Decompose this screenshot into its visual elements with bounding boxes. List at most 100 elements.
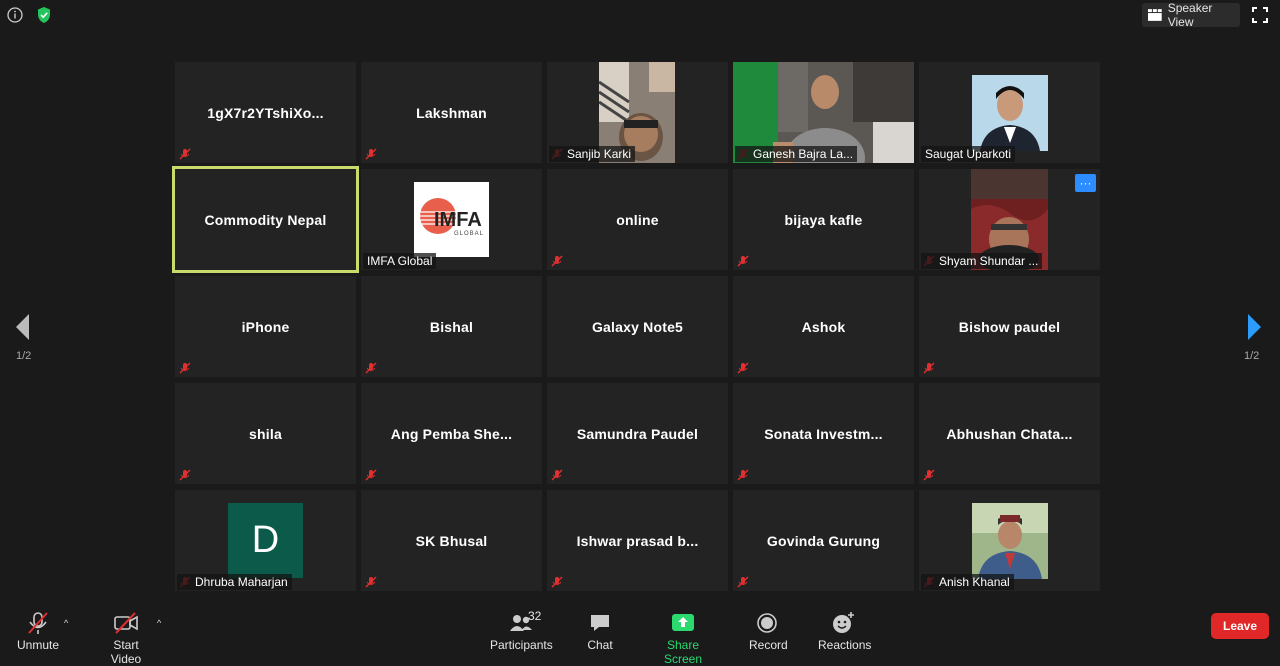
chat-label: Chat — [587, 638, 613, 652]
chat-icon — [591, 615, 609, 631]
info-icon[interactable] — [5, 5, 25, 25]
participant-tile[interactable]: online — [547, 169, 728, 270]
unmute-button[interactable]: Unmute — [17, 611, 59, 652]
reactions-label: Reactions — [818, 638, 872, 652]
participant-name: Ishwar prasad b... — [576, 532, 699, 549]
participant-tile[interactable]: Abhushan Chata... — [919, 383, 1100, 484]
unmute-label: Unmute — [17, 638, 60, 652]
participant-tile[interactable]: Govinda Gurung — [733, 490, 914, 591]
participant-name: 1gX7r2YTshiXo... — [207, 104, 324, 121]
participant-tile-video[interactable]: ··· Shyam Shundar ... — [919, 169, 1100, 270]
muted-mic-icon — [737, 255, 749, 267]
muted-mic-icon — [551, 469, 563, 481]
participant-name: Govinda Gurung — [766, 532, 881, 549]
participant-tile[interactable]: Bishal — [361, 276, 542, 377]
record-icon — [757, 613, 777, 633]
next-page-arrow-icon[interactable] — [1244, 312, 1264, 342]
record-button[interactable]: Record — [749, 611, 788, 652]
participant-name: Sonata Investm... — [764, 425, 883, 442]
participant-tile[interactable]: 1gX7r2YTshiXo... — [175, 62, 356, 163]
page-indicator-right: 1/2 — [1244, 350, 1260, 362]
participant-avatar-photo — [972, 503, 1048, 579]
participant-tile[interactable]: bijaya kafle — [733, 169, 914, 270]
share-screen-button[interactable]: Share Screen — [649, 611, 717, 666]
muted-mic-icon — [551, 576, 563, 588]
leave-button[interactable]: Leave — [1211, 613, 1269, 639]
muted-mic-icon — [28, 612, 48, 634]
imfa-logo: IMFA GLOBAL — [414, 182, 489, 257]
speaker-view-button[interactable]: Speaker View — [1142, 1, 1240, 29]
share-screen-icon — [672, 614, 694, 631]
start-video-label: Start Video — [110, 638, 142, 666]
participant-tile-active-speaker[interactable]: Commodity Nepal — [172, 166, 359, 273]
participant-tile[interactable]: Bishow paudel — [919, 276, 1100, 377]
participant-tile[interactable]: shila — [175, 383, 356, 484]
muted-mic-icon — [365, 469, 377, 481]
muted-mic-icon — [737, 362, 749, 374]
participant-name: Ang Pemba She... — [390, 425, 513, 442]
reactions-button[interactable]: Reactions — [818, 611, 872, 652]
imfa-logo-subtext: GLOBAL — [454, 231, 485, 237]
participant-initial-avatar: D — [228, 503, 303, 578]
record-label: Record — [749, 638, 788, 652]
participant-tile[interactable]: Galaxy Note5 — [547, 276, 728, 377]
prev-page-arrow-icon[interactable] — [13, 312, 33, 342]
imfa-logo-text: IMFA — [434, 209, 482, 231]
participant-tile[interactable]: iPhone — [175, 276, 356, 377]
participant-tile-photo[interactable]: Anish Khanal — [919, 490, 1100, 591]
muted-mic-icon — [179, 362, 191, 374]
participant-name: online — [616, 211, 659, 228]
more-options-button[interactable]: ··· — [1075, 174, 1096, 192]
participant-tile-video[interactable]: Ganesh Bajra La... — [733, 62, 914, 163]
participant-name-label: Saugat Uparkoti — [921, 146, 1016, 162]
participant-name: Bishal — [429, 318, 474, 335]
participant-tile[interactable]: Sonata Investm... — [733, 383, 914, 484]
page-indicator-left: 1/2 — [16, 350, 32, 362]
participant-tile[interactable]: Ang Pemba She... — [361, 383, 542, 484]
participant-name-label: Ganesh Bajra La... — [735, 146, 858, 162]
start-video-button[interactable]: Start Video — [97, 611, 155, 666]
participant-tile[interactable]: Ashok — [733, 276, 914, 377]
participant-tile[interactable]: Lakshman — [361, 62, 542, 163]
participant-name: Ashok — [801, 318, 846, 335]
participant-name: Lakshman — [416, 104, 487, 121]
fullscreen-icon[interactable] — [1252, 7, 1268, 23]
participant-tile-photo[interactable]: IMFA GLOBAL IMFA Global — [361, 169, 542, 270]
participant-tile-video[interactable]: Sanjib Karki — [547, 62, 728, 163]
muted-mic-icon — [923, 469, 935, 481]
meeting-toolbar: Unmute ^ Start Video ^ 32 Participants C… — [0, 603, 1280, 666]
participants-button[interactable]: 32 Participants — [490, 609, 553, 652]
muted-mic-icon — [179, 148, 191, 160]
participant-name-label: Dhruba Maharjan — [177, 574, 292, 590]
share-screen-label: Share Screen — [663, 638, 703, 666]
participant-tile[interactable]: Samundra Paudel — [547, 383, 728, 484]
video-options-caret-icon[interactable]: ^ — [157, 618, 161, 628]
muted-mic-icon — [551, 255, 563, 267]
video-grid: 1gX7r2YTshiXo... Lakshman Sanjib Karki G… — [172, 62, 1101, 592]
muted-mic-icon — [923, 362, 935, 374]
audio-options-caret-icon[interactable]: ^ — [64, 618, 68, 628]
encryption-shield-icon[interactable] — [34, 5, 54, 25]
participant-name-label: Sanjib Karki — [549, 146, 636, 162]
participant-name: Samundra Paudel — [576, 425, 699, 442]
muted-mic-icon — [737, 576, 749, 588]
muted-mic-icon — [365, 576, 377, 588]
muted-mic-icon — [365, 148, 377, 160]
participant-tile[interactable]: SK Bhusal — [361, 490, 542, 591]
chat-button[interactable]: Chat — [585, 611, 615, 652]
speaker-view-icon — [1148, 9, 1162, 21]
participant-name: Abhushan Chata... — [946, 425, 1073, 442]
participant-name-label: IMFA Global — [363, 253, 437, 269]
participant-name-label: Anish Khanal — [921, 574, 1014, 590]
participant-name: shila — [249, 425, 282, 442]
participant-name: SK Bhusal — [415, 532, 488, 549]
video-off-icon — [114, 612, 138, 634]
participants-label: Participants — [490, 638, 553, 652]
participant-tile[interactable]: D Dhruba Maharjan — [175, 490, 356, 591]
participant-avatar-photo — [972, 75, 1048, 151]
participant-tile[interactable]: Ishwar prasad b... — [547, 490, 728, 591]
participant-tile-photo[interactable]: Saugat Uparkoti — [919, 62, 1100, 163]
speaker-view-label: Speaker View — [1167, 1, 1213, 29]
participant-name: bijaya kafle — [784, 211, 863, 228]
muted-mic-icon — [737, 469, 749, 481]
